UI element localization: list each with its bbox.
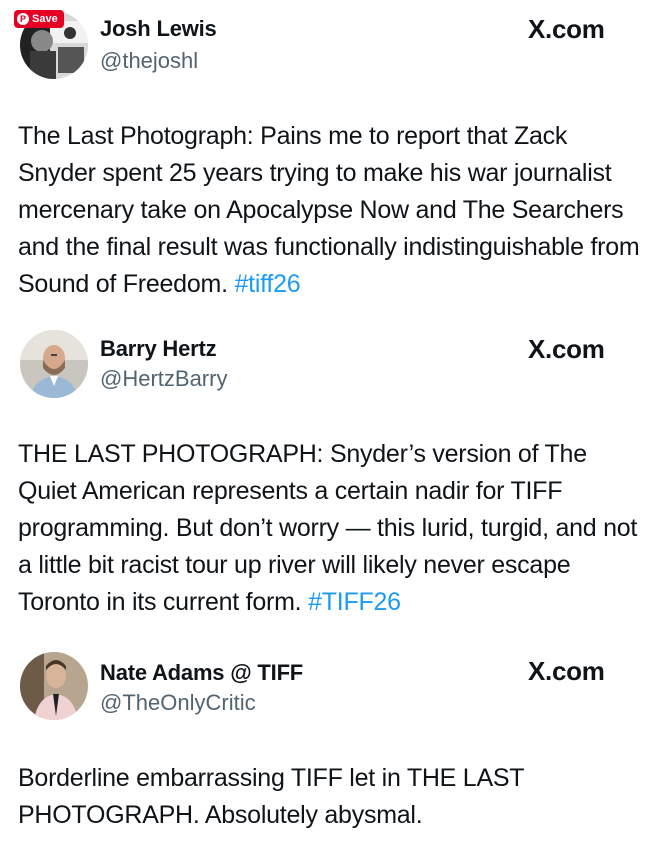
tweet-josh-lewis: Josh Lewis @thejoshl X.com The Last Phot… [0, 0, 660, 320]
x-logo-icon[interactable]: X.com [528, 334, 605, 364]
x-logo-icon[interactable]: X.com [528, 14, 605, 44]
display-name[interactable]: Josh Lewis [100, 16, 217, 42]
x-source-label: X.com [528, 656, 605, 686]
x-logo-icon[interactable]: X.com [528, 656, 605, 686]
hashtag-link[interactable]: #tiff26 [234, 270, 300, 298]
save-label: Save [32, 13, 58, 25]
user-handle[interactable]: @TheOnlyCritic [100, 690, 256, 716]
x-source-label: X.com [528, 334, 605, 364]
tweet-nate-adams: Nate Adams @ TIFF @TheOnlyCritic X.com B… [0, 642, 660, 842]
x-source-label: X.com [528, 14, 605, 44]
tweet-body: Borderline embarrassing TIFF let in THE … [18, 764, 524, 829]
tweet-text: The Last Photograph: Pains me to report … [18, 118, 646, 303]
display-name[interactable]: Nate Adams @ TIFF [100, 660, 303, 686]
hashtag-link[interactable]: #TIFF26 [308, 588, 401, 616]
user-handle[interactable]: @HertzBarry [100, 366, 227, 392]
tweet-text: Borderline embarrassing TIFF let in THE … [18, 760, 646, 834]
avatar[interactable] [20, 330, 88, 398]
tweet-body: The Last Photograph: Pains me to report … [18, 122, 640, 298]
user-handle[interactable]: @thejoshl [100, 48, 198, 74]
tweet-barry-hertz: Barry Hertz @HertzBarry X.com THE LAST P… [0, 320, 660, 642]
pinterest-save-button[interactable]: P Save [14, 10, 64, 28]
pinterest-p-icon: P [17, 13, 29, 25]
avatar[interactable] [20, 652, 88, 720]
tweet-text: THE LAST PHOTOGRAPH: Snyder’s version of… [18, 436, 646, 621]
display-name[interactable]: Barry Hertz [100, 336, 217, 362]
